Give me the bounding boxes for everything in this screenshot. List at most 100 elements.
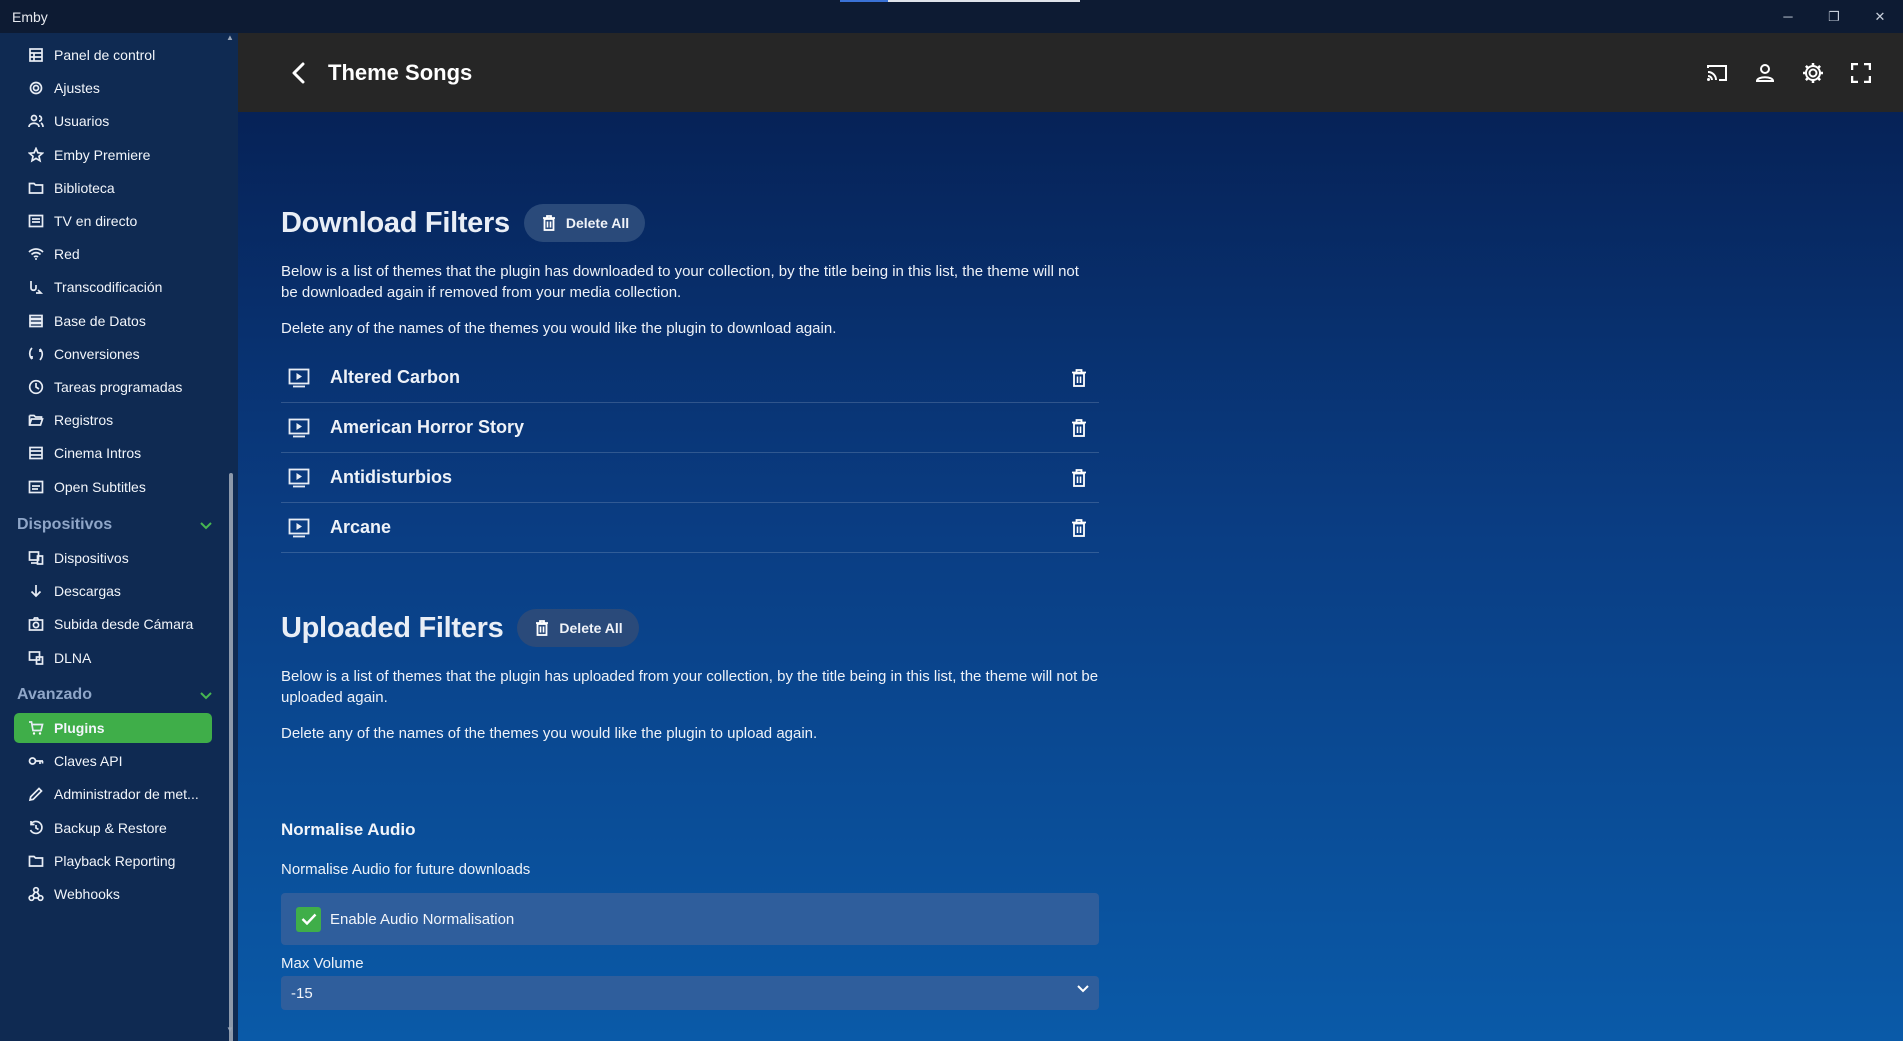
sidebar-item-webhooks[interactable]: Webhooks — [14, 879, 212, 909]
trash-icon — [1072, 419, 1086, 437]
sidebar-item-dlna[interactable]: DLNA — [14, 643, 212, 673]
sidebar-item-emby-premiere[interactable]: Emby Premiere — [14, 140, 212, 170]
gear-icon — [1803, 63, 1823, 83]
tv-guide-icon — [28, 213, 44, 229]
sidebar-item-label: Webhooks — [54, 886, 120, 902]
star-icon — [28, 146, 44, 163]
sidebar-item-cinema-intros[interactable]: Cinema Intros — [14, 438, 212, 468]
sidebar-item-registros[interactable]: Registros — [14, 405, 212, 435]
sidebar-item-label: Playback Reporting — [54, 852, 176, 869]
upload-delete-all-button[interactable]: Delete All — [517, 609, 639, 647]
enable-normalisation-checkbox[interactable] — [296, 906, 321, 932]
cast-button[interactable] — [1693, 57, 1741, 89]
download-filters-instruction: Delete any of the names of the themes yo… — [281, 320, 837, 337]
sidebar-item-label: Panel de control — [54, 47, 156, 63]
sidebar-item-usuarios[interactable]: Usuarios — [14, 106, 212, 136]
restore-icon — [28, 820, 44, 836]
list-item: Altered Carbon — [281, 353, 1099, 403]
sidebar-item-backup-restore[interactable]: Backup & Restore — [14, 813, 212, 843]
sidebar-item-label: Conversiones — [54, 345, 140, 362]
trash-icon — [535, 620, 549, 636]
section-devices[interactable]: Dispositivos — [17, 513, 212, 537]
close-button[interactable]: ✕ — [1857, 0, 1903, 33]
download-delete-all-button[interactable]: Delete All — [523, 204, 646, 242]
app-title: Emby — [12, 8, 48, 25]
chevron-down-icon — [200, 517, 212, 533]
sidebar: ▲ ▼ Panel de control Ajustes Usuarios Emby … — [0, 33, 238, 1041]
sidebar-item-label: Open Subtitles — [54, 478, 146, 495]
normalise-audio-title: Normalise Audio — [281, 820, 416, 839]
scroll-down-icon[interactable]: ▼ — [226, 1025, 234, 1034]
sidebar-item-label: Ajustes — [54, 80, 100, 97]
subtitles-icon — [28, 479, 44, 495]
download-arrow-icon — [28, 583, 44, 599]
delete-item-button[interactable] — [1067, 516, 1091, 540]
list-item-label: Antidisturbios — [330, 467, 452, 487]
trash-icon — [1072, 369, 1086, 387]
delete-item-button[interactable] — [1067, 366, 1091, 390]
sidebar-item-subida-desde-c-mara[interactable]: Subida desde Cámara — [14, 609, 212, 639]
back-button[interactable] — [286, 61, 310, 85]
sidebar-scrollbar[interactable] — [229, 473, 233, 1041]
sidebar-item-label: Biblioteca — [54, 179, 115, 196]
folder-icon — [28, 853, 44, 869]
folder-open-icon — [28, 412, 44, 428]
sidebar-item-conversiones[interactable]: Conversiones — [14, 339, 212, 369]
sidebar-item-descargas[interactable]: Descargas — [14, 576, 212, 606]
sidebar-item-administrador-de-met[interactable]: Administrador de met... — [14, 779, 212, 809]
page-header: Theme Songs — [238, 33, 1903, 112]
list-item-label: Altered Carbon — [330, 367, 461, 387]
uploaded-filters-description: Below is a list of themes that the plugi… — [281, 668, 1099, 706]
list-item: American Horror Story — [281, 403, 1099, 453]
scroll-up-icon[interactable]: ▲ — [226, 33, 234, 42]
checkmark-icon — [301, 913, 316, 925]
sidebar-item-base-de-datos[interactable]: Base de Datos — [14, 306, 212, 336]
users-icon — [28, 113, 44, 129]
sidebar-item-tv-en-directo[interactable]: TV en directo — [14, 206, 212, 236]
delete-item-button[interactable] — [1067, 466, 1091, 490]
max-volume-value: -15 — [291, 984, 313, 1002]
chevron-down-icon — [1077, 985, 1089, 993]
sidebar-item-tareas-programadas[interactable]: Tareas programadas — [14, 372, 212, 402]
dlna-icon — [28, 650, 44, 666]
sidebar-item-plugins[interactable]: Plugins — [14, 713, 212, 743]
delete-item-button[interactable] — [1067, 416, 1091, 440]
list-item-label: American Horror Story — [330, 417, 525, 437]
sidebar-item-label: Dispositivos — [54, 550, 129, 566]
fullscreen-button[interactable] — [1837, 57, 1885, 89]
restore-button[interactable]: ❐ — [1811, 0, 1857, 33]
delete-all-label: Delete All — [559, 620, 623, 636]
max-volume-select[interactable]: -15 — [281, 976, 1099, 1010]
sidebar-item-dispositivos[interactable]: Dispositivos — [14, 543, 212, 573]
delete-all-label: Delete All — [565, 215, 630, 231]
enable-normalisation-row[interactable]: Enable Audio Normalisation — [281, 893, 1099, 945]
user-button[interactable] — [1741, 57, 1789, 89]
minimize-button[interactable]: ─ — [1765, 0, 1811, 33]
main-content: Download Filters Delete All Below is a l… — [238, 112, 1903, 1041]
sidebar-item-playback-reporting[interactable]: Playback Reporting — [14, 846, 212, 876]
trash-icon — [542, 215, 556, 231]
chevron-down-icon — [200, 687, 212, 703]
sidebar-item-label: Red — [54, 246, 80, 263]
sidebar-item-label: Base de Datos — [54, 312, 146, 329]
sidebar-item-transcodificaci-n[interactable]: Transcodificación — [14, 272, 212, 302]
sidebar-item-label: TV en directo — [54, 213, 138, 229]
folder-icon — [28, 180, 44, 196]
uploaded-filters-header: Uploaded Filters Delete All — [281, 609, 639, 647]
sidebar-item-red[interactable]: Red — [14, 239, 212, 269]
list-item: Arcane — [281, 503, 1099, 553]
video-icon — [287, 366, 311, 390]
sidebar-item-biblioteca[interactable]: Biblioteca — [14, 173, 212, 203]
page-title: Theme Songs — [328, 59, 473, 85]
sidebar-item-panel-de-control[interactable]: Panel de control — [14, 40, 212, 70]
sidebar-item-label: Subida desde Cámara — [54, 616, 194, 633]
sidebar-item-claves-api[interactable]: Claves API — [14, 746, 212, 776]
settings-button[interactable] — [1789, 57, 1837, 89]
sidebar-item-ajustes[interactable]: Ajustes — [14, 73, 212, 103]
sidebar-item-open-subtitles[interactable]: Open Subtitles — [14, 472, 212, 502]
gear-icon — [28, 80, 44, 96]
user-icon — [1755, 64, 1775, 82]
section-advanced[interactable]: Avanzado — [17, 683, 212, 707]
transcode-icon — [28, 279, 44, 295]
cart-icon — [28, 720, 44, 736]
